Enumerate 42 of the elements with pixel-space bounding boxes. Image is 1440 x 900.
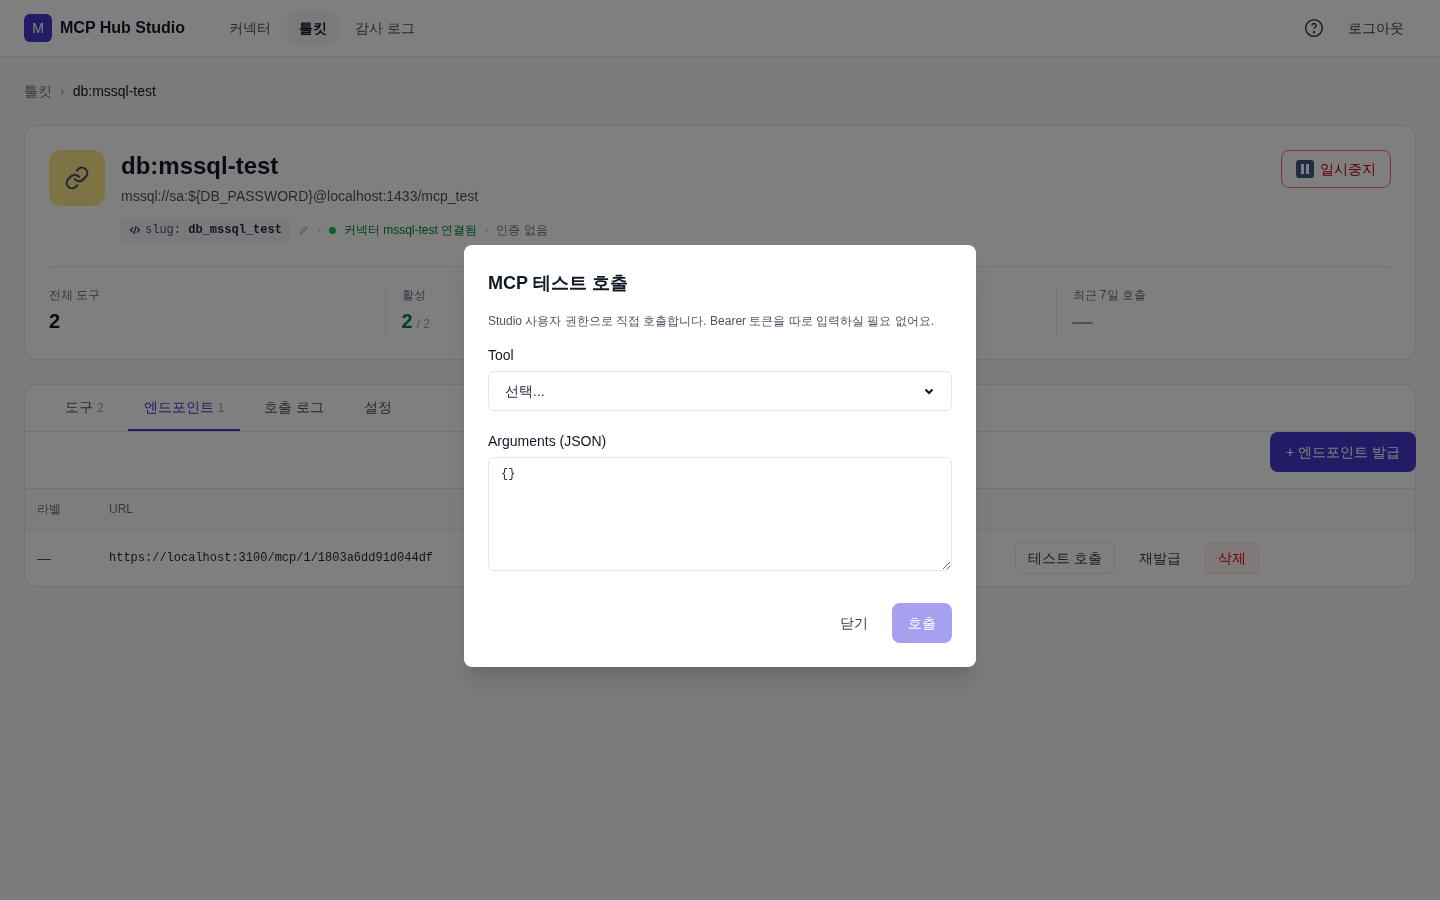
connection-string: mssql://sa:${DB_PASSWORD}@localhost:1433/mcp_test — [121, 187, 480, 206]
stat-label: 전체 도구 — [49, 287, 102, 303]
nav-link[interactable]: 툴킷 — [287, 12, 340, 44]
tab[interactable]: 호출 로그 — [248, 385, 341, 431]
stat-label: 최근 7일 호출 — [1072, 287, 1147, 303]
table-cell-text: — — [36, 549, 52, 568]
stat-label: 활성 — [401, 287, 427, 303]
breadcrumb-link[interactable]: 툴킷 — [24, 81, 52, 101]
chain-link-icon — [64, 165, 90, 191]
field-label: Arguments (JSON) — [488, 432, 608, 451]
row-action-button[interactable]: 재발급 — [1127, 542, 1193, 574]
column-header: URL — [108, 501, 134, 518]
stat-value: 2 — [49, 309, 62, 334]
pause-button[interactable]: 일시중지 — [1281, 150, 1391, 188]
help-icon[interactable] — [1304, 18, 1324, 38]
logout-button[interactable]: 로그아웃 — [1348, 18, 1404, 38]
code-icon — [129, 224, 141, 236]
row-action-button[interactable]: 삭제 — [1205, 542, 1259, 574]
row-action-button[interactable]: 테스트 호출 — [1015, 542, 1115, 574]
arguments-field[interactable]: {} — [488, 457, 952, 571]
nav-link[interactable]: 커넥터 — [217, 12, 284, 44]
url-cell-text: https://localhost:3100/mcp/1/1803a6dd91d044df — [108, 550, 435, 566]
stat-value: 2 — [401, 309, 413, 334]
column-header: 라벨 — [36, 501, 62, 518]
tab[interactable]: 설정 — [348, 385, 409, 431]
breadcrumb-separator: › — [60, 82, 65, 101]
close-button[interactable]: 닫기 — [828, 605, 880, 641]
auth-status: 인증 없음 — [496, 222, 548, 238]
logo-mark: M — [24, 14, 52, 42]
breadcrumb-current: db:mssql-test — [72, 82, 156, 101]
dialog-description: Studio 사용자 권한으로 직접 호출합니다. Bearer 토큰을 따로 입력하실 필요 없어요. — [488, 313, 936, 329]
pause-icon — [1296, 160, 1314, 178]
stat-value: — — [1072, 309, 1094, 334]
slug-text: slug: db_mssql_test — [145, 222, 282, 238]
field-label: Tool — [488, 346, 515, 365]
toolkit-title: db:mssql-test — [121, 151, 280, 181]
tool-select[interactable]: 선택... — [488, 371, 952, 411]
dialog-title: MCP 테스트 호출 — [488, 272, 629, 295]
connector-status: 커넥터 mssql-test 연결됨 — [343, 222, 478, 238]
issue-endpoint-button[interactable]: + 엔드포인트 발급 — [1270, 432, 1416, 472]
nav-link[interactable]: 감사 로그 — [343, 12, 427, 44]
brand-name: MCP Hub Studio — [60, 18, 186, 38]
